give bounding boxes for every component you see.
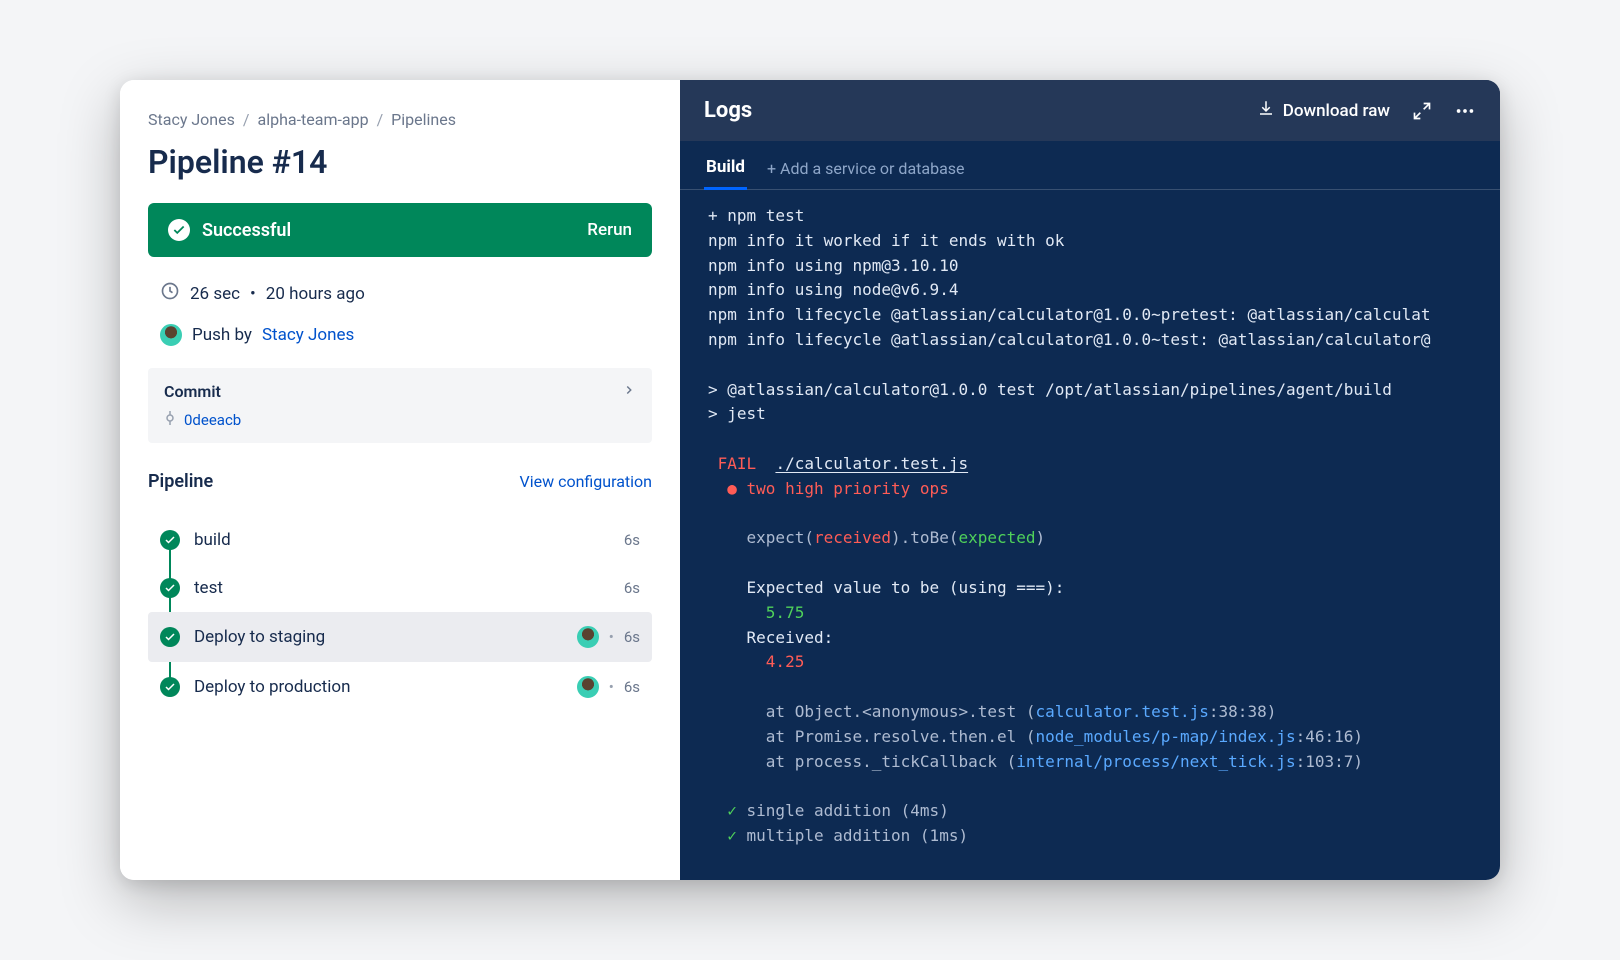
push-row: Push by Stacy Jones xyxy=(160,324,652,346)
step-label: build xyxy=(194,530,610,550)
step-duration: 6s xyxy=(624,678,640,696)
step-label: Deploy to staging xyxy=(194,627,563,647)
log-output[interactable]: + npm testnpm info it worked if it ends … xyxy=(680,190,1500,880)
dot-separator: • xyxy=(609,678,614,696)
log-line: 4.25 xyxy=(708,650,1476,675)
log-line xyxy=(708,774,1476,799)
log-line xyxy=(708,427,1476,452)
dot-separator: • xyxy=(609,628,614,646)
view-configuration-link[interactable]: View configuration xyxy=(520,472,652,491)
download-raw-button[interactable]: Download raw xyxy=(1257,99,1390,122)
pipeline-panel: Stacy Jones / alpha-team-app / Pipelines… xyxy=(120,80,680,880)
rerun-button[interactable]: Rerun xyxy=(587,220,632,240)
logs-title: Logs xyxy=(704,98,752,123)
commit-hash-link[interactable]: 0deeacb xyxy=(184,411,241,429)
success-check-icon xyxy=(160,530,180,550)
expand-icon[interactable] xyxy=(1412,101,1432,121)
log-line xyxy=(708,551,1476,576)
logs-tabs: Build + Add a service or database xyxy=(680,141,1500,190)
age-text: 20 hours ago xyxy=(266,284,365,304)
log-line: Expected value to be (using ===): xyxy=(708,576,1476,601)
log-line: 5.75 xyxy=(708,601,1476,626)
log-line xyxy=(708,502,1476,527)
log-line: ● two high priority ops xyxy=(708,477,1476,502)
breadcrumb-item[interactable]: alpha-team-app xyxy=(258,110,369,129)
pipeline-heading: Pipeline xyxy=(148,471,213,492)
push-prefix: Push by xyxy=(192,325,252,345)
log-line: ✓ multiple addition (1ms) xyxy=(708,824,1476,849)
step-label: test xyxy=(194,578,610,598)
logs-actions: Download raw xyxy=(1257,99,1476,122)
log-line: at Object.<anonymous>.test (calculator.t… xyxy=(708,700,1476,725)
download-icon xyxy=(1257,99,1275,122)
success-check-icon xyxy=(160,627,180,647)
log-line: > jest xyxy=(708,402,1476,427)
status-label-group: Successful xyxy=(168,219,291,241)
success-check-icon xyxy=(168,219,190,241)
log-line: at Promise.resolve.then.el (node_modules… xyxy=(708,725,1476,750)
step-item[interactable]: Deploy to production • 6s xyxy=(148,662,652,712)
commit-glyph-icon xyxy=(164,411,176,429)
log-line: npm info it worked if it ends with ok xyxy=(708,229,1476,254)
step-item[interactable]: build 6s xyxy=(148,516,652,564)
log-line xyxy=(708,353,1476,378)
commit-header: Commit xyxy=(164,382,636,401)
status-label: Successful xyxy=(202,220,291,241)
breadcrumb-item[interactable]: Pipelines xyxy=(391,110,456,129)
chevron-right-icon xyxy=(622,382,636,401)
download-raw-label: Download raw xyxy=(1283,101,1390,121)
avatar xyxy=(577,676,599,698)
page-title: Pipeline #14 xyxy=(148,143,652,181)
status-bar: Successful Rerun xyxy=(148,203,652,257)
log-line: npm info using npm@3.10.10 xyxy=(708,254,1476,279)
step-duration: 6s xyxy=(624,579,640,597)
commit-box[interactable]: Commit 0deeacb xyxy=(148,368,652,443)
app-window: Stacy Jones / alpha-team-app / Pipelines… xyxy=(120,80,1500,880)
author-link[interactable]: Stacy Jones xyxy=(262,325,354,345)
log-line: ✓ single addition (4ms) xyxy=(708,799,1476,824)
avatar xyxy=(160,324,182,346)
logs-header: Logs Download raw xyxy=(680,80,1500,141)
breadcrumb: Stacy Jones / alpha-team-app / Pipelines xyxy=(148,110,652,129)
clock-icon xyxy=(160,281,180,306)
log-line: FAIL ./calculator.test.js xyxy=(708,452,1476,477)
log-line xyxy=(708,675,1476,700)
step-meta: • 6s xyxy=(577,676,640,698)
breadcrumb-separator: / xyxy=(377,110,384,129)
logs-panel: Logs Download raw Build + Add a service … xyxy=(680,80,1500,880)
meta-separator: • xyxy=(250,284,256,304)
add-service-button[interactable]: + Add a service or database xyxy=(765,153,967,188)
step-duration: 6s xyxy=(624,628,640,646)
more-icon[interactable] xyxy=(1454,100,1476,122)
step-meta: 6s xyxy=(624,579,640,597)
pipeline-section-header: Pipeline View configuration xyxy=(148,471,652,492)
step-list: build6stest6sDeploy to staging•6sDeploy … xyxy=(148,516,652,712)
duration-text: 26 sec xyxy=(190,284,240,304)
tab-build[interactable]: Build xyxy=(704,151,747,190)
log-line: expect(received).toBe(expected) xyxy=(708,526,1476,551)
step-item[interactable]: test 6s xyxy=(148,564,652,612)
breadcrumb-separator: / xyxy=(243,110,250,129)
step-meta: • 6s xyxy=(577,626,640,648)
avatar xyxy=(577,626,599,648)
log-line: npm info lifecycle @atlassian/calculator… xyxy=(708,328,1476,353)
breadcrumb-item[interactable]: Stacy Jones xyxy=(148,110,235,129)
success-check-icon xyxy=(160,677,180,697)
step-label: Deploy to production xyxy=(194,677,563,697)
log-line: > @atlassian/calculator@1.0.0 test /opt/… xyxy=(708,378,1476,403)
log-line: + npm test xyxy=(708,204,1476,229)
commit-hash-row: 0deeacb xyxy=(164,411,636,429)
duration-row: 26 sec • 20 hours ago xyxy=(160,281,652,306)
success-check-icon xyxy=(160,578,180,598)
log-line: at process._tickCallback (internal/proce… xyxy=(708,750,1476,775)
commit-heading: Commit xyxy=(164,382,221,401)
log-line: npm info using node@v6.9.4 xyxy=(708,278,1476,303)
log-line: Received: xyxy=(708,626,1476,651)
step-meta: 6s xyxy=(624,531,640,549)
step-item[interactable]: Deploy to staging • 6s xyxy=(148,612,652,662)
log-line: npm info lifecycle @atlassian/calculator… xyxy=(708,303,1476,328)
step-duration: 6s xyxy=(624,531,640,549)
